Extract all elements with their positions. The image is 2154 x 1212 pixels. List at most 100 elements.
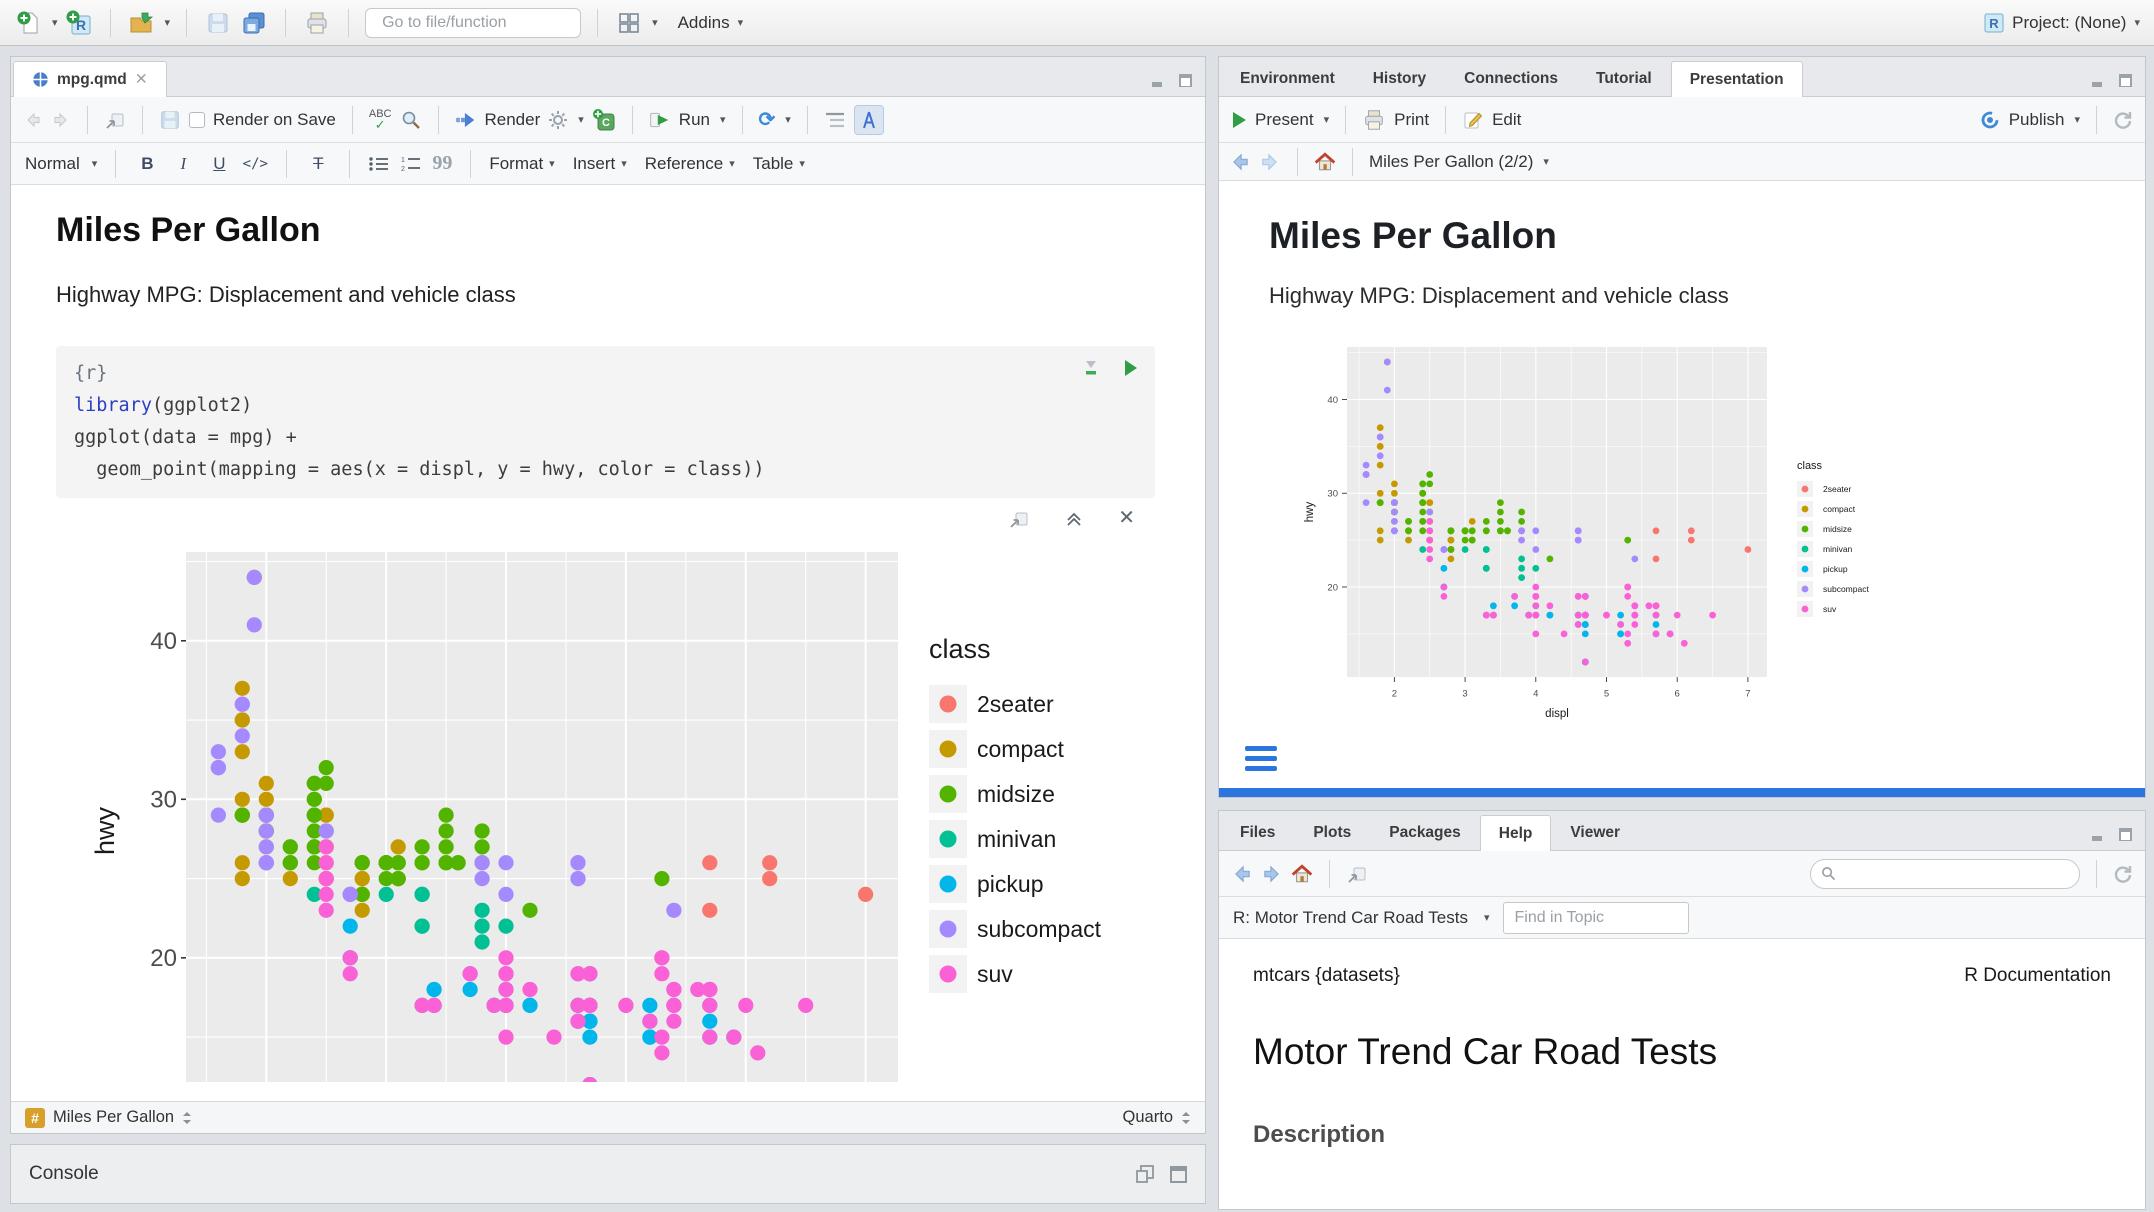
tab-plots[interactable]: Plots	[1294, 814, 1370, 850]
help-topic-caret[interactable]: ▾	[1484, 911, 1490, 924]
source-refresh-icon[interactable]: ⟳	[759, 107, 776, 132]
run-chunk-icon[interactable]	[1121, 358, 1139, 378]
insert-chunk-icon[interactable]: C	[592, 108, 616, 132]
save-all-icon[interactable]	[239, 8, 269, 38]
new-project-icon[interactable]: R	[64, 8, 94, 38]
console-popout-icon[interactable]	[1136, 1165, 1156, 1183]
slide-selector[interactable]: Miles Per Gallon (2/2)	[1369, 152, 1533, 172]
visual-editor-toggle-icon[interactable]	[854, 105, 884, 135]
goto-file-box[interactable]	[365, 8, 581, 38]
save-doc-icon[interactable]	[159, 109, 181, 131]
minimize-pane-icon[interactable]	[1151, 73, 1168, 88]
render-settings-gear-icon[interactable]	[548, 110, 568, 130]
doc-format-label[interactable]: Quarto	[1123, 1108, 1173, 1127]
tab-environment[interactable]: Environment	[1221, 60, 1354, 96]
new-file-caret[interactable]: ▾	[52, 16, 58, 29]
outline-icon[interactable]	[824, 110, 846, 130]
help-topic-selector[interactable]: R: Motor Trend Car Road Tests	[1233, 908, 1468, 928]
format-menu-insert[interactable]: Insert▾	[573, 154, 627, 174]
help-forward-icon[interactable]	[1261, 863, 1283, 885]
render-button[interactable]: Render	[485, 110, 541, 130]
search-doc-icon[interactable]	[400, 109, 422, 131]
format-updown-icon[interactable]	[1181, 1111, 1191, 1125]
edit-button[interactable]: Edit	[1492, 110, 1521, 130]
help-popout-icon[interactable]	[1346, 863, 1368, 885]
print-icon[interactable]	[302, 8, 332, 38]
run-button[interactable]: Run	[679, 110, 710, 130]
bullet-list-icon[interactable]	[368, 155, 390, 173]
r-code-chunk[interactable]: {r} library(ggplot2)ggplot(data = mpg) +…	[56, 346, 1155, 498]
maximize-pane-icon[interactable]	[2118, 827, 2133, 842]
panes-caret[interactable]: ▾	[652, 16, 658, 29]
addins-menu[interactable]: Addins	[678, 13, 730, 33]
tab-files[interactable]: Files	[1221, 814, 1294, 850]
numbered-list-icon[interactable]: 12	[400, 155, 422, 173]
tab-presentation[interactable]: Presentation	[1671, 61, 1803, 97]
open-file-caret[interactable]: ▾	[165, 16, 171, 29]
slide-forward-icon[interactable]	[1259, 151, 1281, 173]
blockquote-icon[interactable]: 99	[432, 152, 452, 175]
tab-tutorial[interactable]: Tutorial	[1577, 60, 1671, 96]
paragraph-style-caret[interactable]: ▾	[92, 157, 98, 170]
render-caret[interactable]: ▾	[578, 113, 584, 126]
back-icon[interactable]	[23, 110, 43, 130]
paragraph-style-select[interactable]: Normal	[25, 154, 80, 174]
outline-updown-icon[interactable]	[182, 1111, 192, 1125]
tab-mpg-qmd[interactable]: mpg.qmd ✕	[13, 61, 167, 97]
help-search-box[interactable]	[1810, 859, 2080, 889]
italic-icon[interactable]: I	[170, 154, 196, 174]
bold-icon[interactable]: B	[134, 154, 160, 174]
help-search-input[interactable]	[1842, 864, 2069, 883]
refresh-help-icon[interactable]	[2113, 864, 2133, 884]
tab-history[interactable]: History	[1354, 60, 1445, 96]
tab-help[interactable]: Help	[1480, 815, 1552, 851]
underline-icon[interactable]: U	[206, 154, 232, 174]
help-back-icon[interactable]	[1231, 863, 1253, 885]
format-menu-format[interactable]: Format▾	[489, 154, 554, 174]
render-on-save-checkbox[interactable]	[189, 112, 205, 128]
open-file-icon[interactable]	[127, 8, 157, 38]
run-chunks-above-icon[interactable]	[1081, 358, 1101, 378]
print-button[interactable]: Print	[1394, 110, 1429, 130]
popout-window-icon[interactable]	[104, 109, 126, 131]
present-caret[interactable]: ▾	[1324, 113, 1330, 126]
collapse-output-icon[interactable]	[1064, 508, 1084, 528]
slide-back-icon[interactable]	[1229, 151, 1251, 173]
slide-home-icon[interactable]	[1314, 151, 1336, 173]
console-title[interactable]: Console	[29, 1163, 99, 1185]
run-caret[interactable]: ▾	[720, 113, 726, 126]
addins-caret[interactable]: ▾	[738, 16, 744, 29]
maximize-pane-icon[interactable]	[2118, 73, 2133, 88]
save-icon[interactable]	[203, 8, 233, 38]
outline-location[interactable]: Miles Per Gallon	[53, 1108, 174, 1127]
publish-button[interactable]: Publish	[2009, 110, 2065, 130]
project-caret[interactable]: ▾	[2134, 16, 2140, 29]
help-home-icon[interactable]	[1291, 863, 1313, 885]
slide-selector-caret[interactable]: ▾	[1543, 155, 1549, 168]
project-selector[interactable]: Project: (None)	[2012, 13, 2126, 33]
new-file-icon[interactable]	[14, 8, 44, 38]
code-format-icon[interactable]: </>	[242, 156, 268, 172]
close-tab-icon[interactable]: ✕	[135, 70, 148, 89]
goto-file-input[interactable]	[380, 13, 591, 33]
refresh-presentation-icon[interactable]	[2113, 110, 2133, 130]
format-menu-table[interactable]: Table▾	[753, 154, 805, 174]
minimize-pane-icon[interactable]	[2091, 827, 2108, 842]
maximize-pane-icon[interactable]	[1178, 73, 1193, 88]
tab-viewer[interactable]: Viewer	[1551, 814, 1639, 850]
console-maximize-icon[interactable]	[1170, 1166, 1187, 1183]
clear-output-icon[interactable]: ✕	[1118, 508, 1135, 530]
reveal-menu-icon[interactable]	[1245, 746, 1277, 771]
source-refresh-caret[interactable]: ▾	[785, 113, 791, 126]
spellcheck-icon[interactable]: ABC ✓	[369, 109, 392, 131]
present-button[interactable]: Present	[1255, 110, 1314, 130]
find-in-topic-input[interactable]	[1503, 902, 1689, 934]
workspace-panes-icon[interactable]	[614, 8, 644, 38]
document-canvas[interactable]: Miles Per Gallon Highway MPG: Displaceme…	[11, 185, 1205, 1101]
forward-icon[interactable]	[51, 110, 71, 130]
clear-format-icon[interactable]: T	[305, 154, 331, 174]
publish-caret[interactable]: ▾	[2074, 113, 2080, 126]
popout-output-icon[interactable]	[1008, 508, 1030, 530]
tab-packages[interactable]: Packages	[1370, 814, 1480, 850]
format-menu-reference[interactable]: Reference▾	[645, 154, 735, 174]
